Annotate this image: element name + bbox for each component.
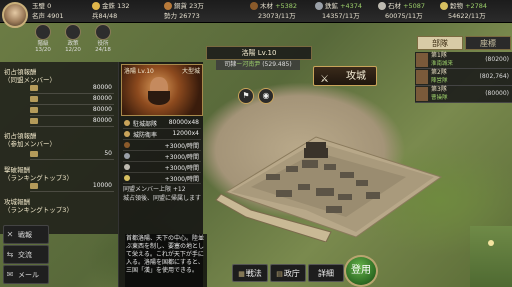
durability-row: 城防衛率 12000x4: [123, 130, 201, 140]
troop-item[interactable]: 第3隊 曹操隊 (80000): [415, 86, 512, 103]
stone-stock: 60075/11万: [385, 12, 423, 20]
city-owner-label: 司隸ー河南尹 (529.485): [216, 60, 300, 70]
iron-icon: [315, 2, 323, 10]
ministry-icon: [95, 24, 111, 40]
bonus-row: +3000/時間: [123, 174, 201, 184]
ministry-shortcut[interactable]: 役所 24/18: [90, 24, 116, 53]
city-description: 首都洛陽、天下の中心。陸並ぶ東西を制し、要塞の地として栄える。これが天下が手に入…: [125, 234, 207, 287]
bottom-action-bar: ▦戦法 ▤政庁 詳細: [196, 264, 346, 282]
policy-shortcut[interactable]: 政策 12/20: [60, 24, 86, 53]
reward-row: 80000: [30, 106, 114, 116]
city-header[interactable]: 洛陽 Lv.10: [206, 46, 312, 60]
reward-row: 80000: [30, 95, 114, 105]
copper-resource[interactable]: 銅貨 23万: [164, 1, 204, 11]
mail-icon: ✉: [6, 270, 14, 279]
iron-icon: [124, 153, 130, 159]
bonus-row: +3000/時間: [123, 152, 201, 162]
power-resource[interactable]: 勢力 26773: [164, 11, 200, 21]
resource-bar: 玉璧 0 金銖 132 銅貨 23万 名声 4901 兵84/48 勢力 267…: [0, 0, 512, 23]
minimap[interactable]: [470, 226, 512, 287]
bonus-row: +3000/時間: [123, 163, 201, 173]
reward-row: 50: [30, 150, 114, 160]
scout-icon[interactable]: ◉: [258, 88, 274, 104]
general-portrait: [416, 53, 428, 67]
reward-row: 80000: [30, 84, 114, 94]
jade-resource[interactable]: 玉璧 0: [32, 1, 51, 11]
general-portrait: [416, 87, 428, 101]
alliance-note-2: 城占領後、同盟に帰属します: [123, 195, 202, 202]
wood-icon: [124, 142, 130, 148]
iron-resource[interactable]: 鉄鉱 +4374: [315, 1, 362, 11]
tab-troops[interactable]: 部隊: [417, 36, 463, 50]
diplomacy-button[interactable]: ⇆ 交流: [3, 245, 49, 264]
general-portrait: [416, 70, 428, 84]
gold-icon: [92, 2, 100, 10]
stone-icon: [124, 164, 130, 170]
wood-icon: [250, 2, 258, 10]
grain-icon: [440, 2, 448, 10]
diplomacy-icon: ⇆: [6, 250, 14, 259]
flag-icon[interactable]: ⚑: [238, 88, 254, 104]
troop-item[interactable]: 第2隊 陣営隊 (802,764): [415, 69, 512, 86]
battle-report-button[interactable]: ✕ 戦報: [3, 225, 49, 244]
wood-stock: 23073/11万: [258, 12, 296, 20]
governor-portrait: 洛陽 Lv.10 大型城: [121, 64, 203, 116]
sword-icon: ▦: [238, 270, 245, 278]
reward-row: 80000: [30, 117, 114, 127]
wall-icon: [124, 131, 130, 137]
tab-coordinates[interactable]: 座標: [465, 36, 511, 50]
recruit-button[interactable]: 登用: [344, 255, 378, 287]
government-button[interactable]: ▤政庁: [270, 264, 306, 282]
stone-icon: [378, 2, 386, 10]
top-shortcut-icons: 階級 13/20 政策 12/20 役所 24/18: [30, 24, 118, 60]
bonus-row: +3000/時間: [123, 141, 201, 151]
scroll-icon: ▤: [276, 270, 283, 278]
reward-subtitle-2: （参加メンバー）: [4, 140, 56, 148]
mail-button[interactable]: ✉ メール: [3, 265, 49, 284]
grain-resource[interactable]: 穀物 +2784: [440, 1, 487, 11]
garrison-icon: [124, 120, 130, 126]
alliance-note: 同盟メンバー上限 +12: [123, 186, 186, 193]
government-icon: [65, 24, 81, 40]
detail-button[interactable]: 詳細: [308, 264, 344, 282]
stone-resource[interactable]: 石材 +5087: [378, 1, 425, 11]
reward-subtitle-1: （同盟メンバー）: [4, 76, 56, 84]
garrison-row: 駐城部隊 80000x48: [123, 119, 201, 129]
gold-resource[interactable]: 金銖 132: [92, 1, 130, 11]
fame-resource[interactable]: 名声 4901: [32, 11, 64, 21]
troop-panel: 部隊 座標 第1隊 淮南城来 (80200) 第2隊 陣営隊 (802,764)…: [415, 36, 512, 116]
reward-row: 10000: [30, 182, 114, 192]
reward-subtitle-3: （ランキングトップ3）: [4, 174, 73, 182]
player-avatar[interactable]: [2, 2, 28, 28]
tactics-button[interactable]: ▦戦法: [232, 264, 268, 282]
wood-resource[interactable]: 木材 +5382: [250, 1, 297, 11]
grain-icon: [124, 175, 130, 181]
troop-item[interactable]: 第1隊 淮南城来 (80200): [415, 52, 512, 69]
grain-stock: 54622/11万: [448, 12, 486, 20]
attack-button[interactable]: ⚔ 攻城: [313, 66, 377, 86]
iron-stock: 14357/11万: [322, 12, 360, 20]
location-marker-icon: [488, 240, 494, 246]
side-menu: ✕ 戦報 ⇆ 交流 ✉ メール: [0, 207, 49, 287]
army-resource[interactable]: 兵84/48: [92, 11, 117, 21]
rank-icon: [35, 24, 51, 40]
copper-icon: [164, 2, 172, 10]
rank-shortcut[interactable]: 階級 13/20: [30, 24, 56, 53]
attack-icon: ⚔: [320, 74, 329, 85]
book-icon: ✕: [6, 230, 14, 239]
